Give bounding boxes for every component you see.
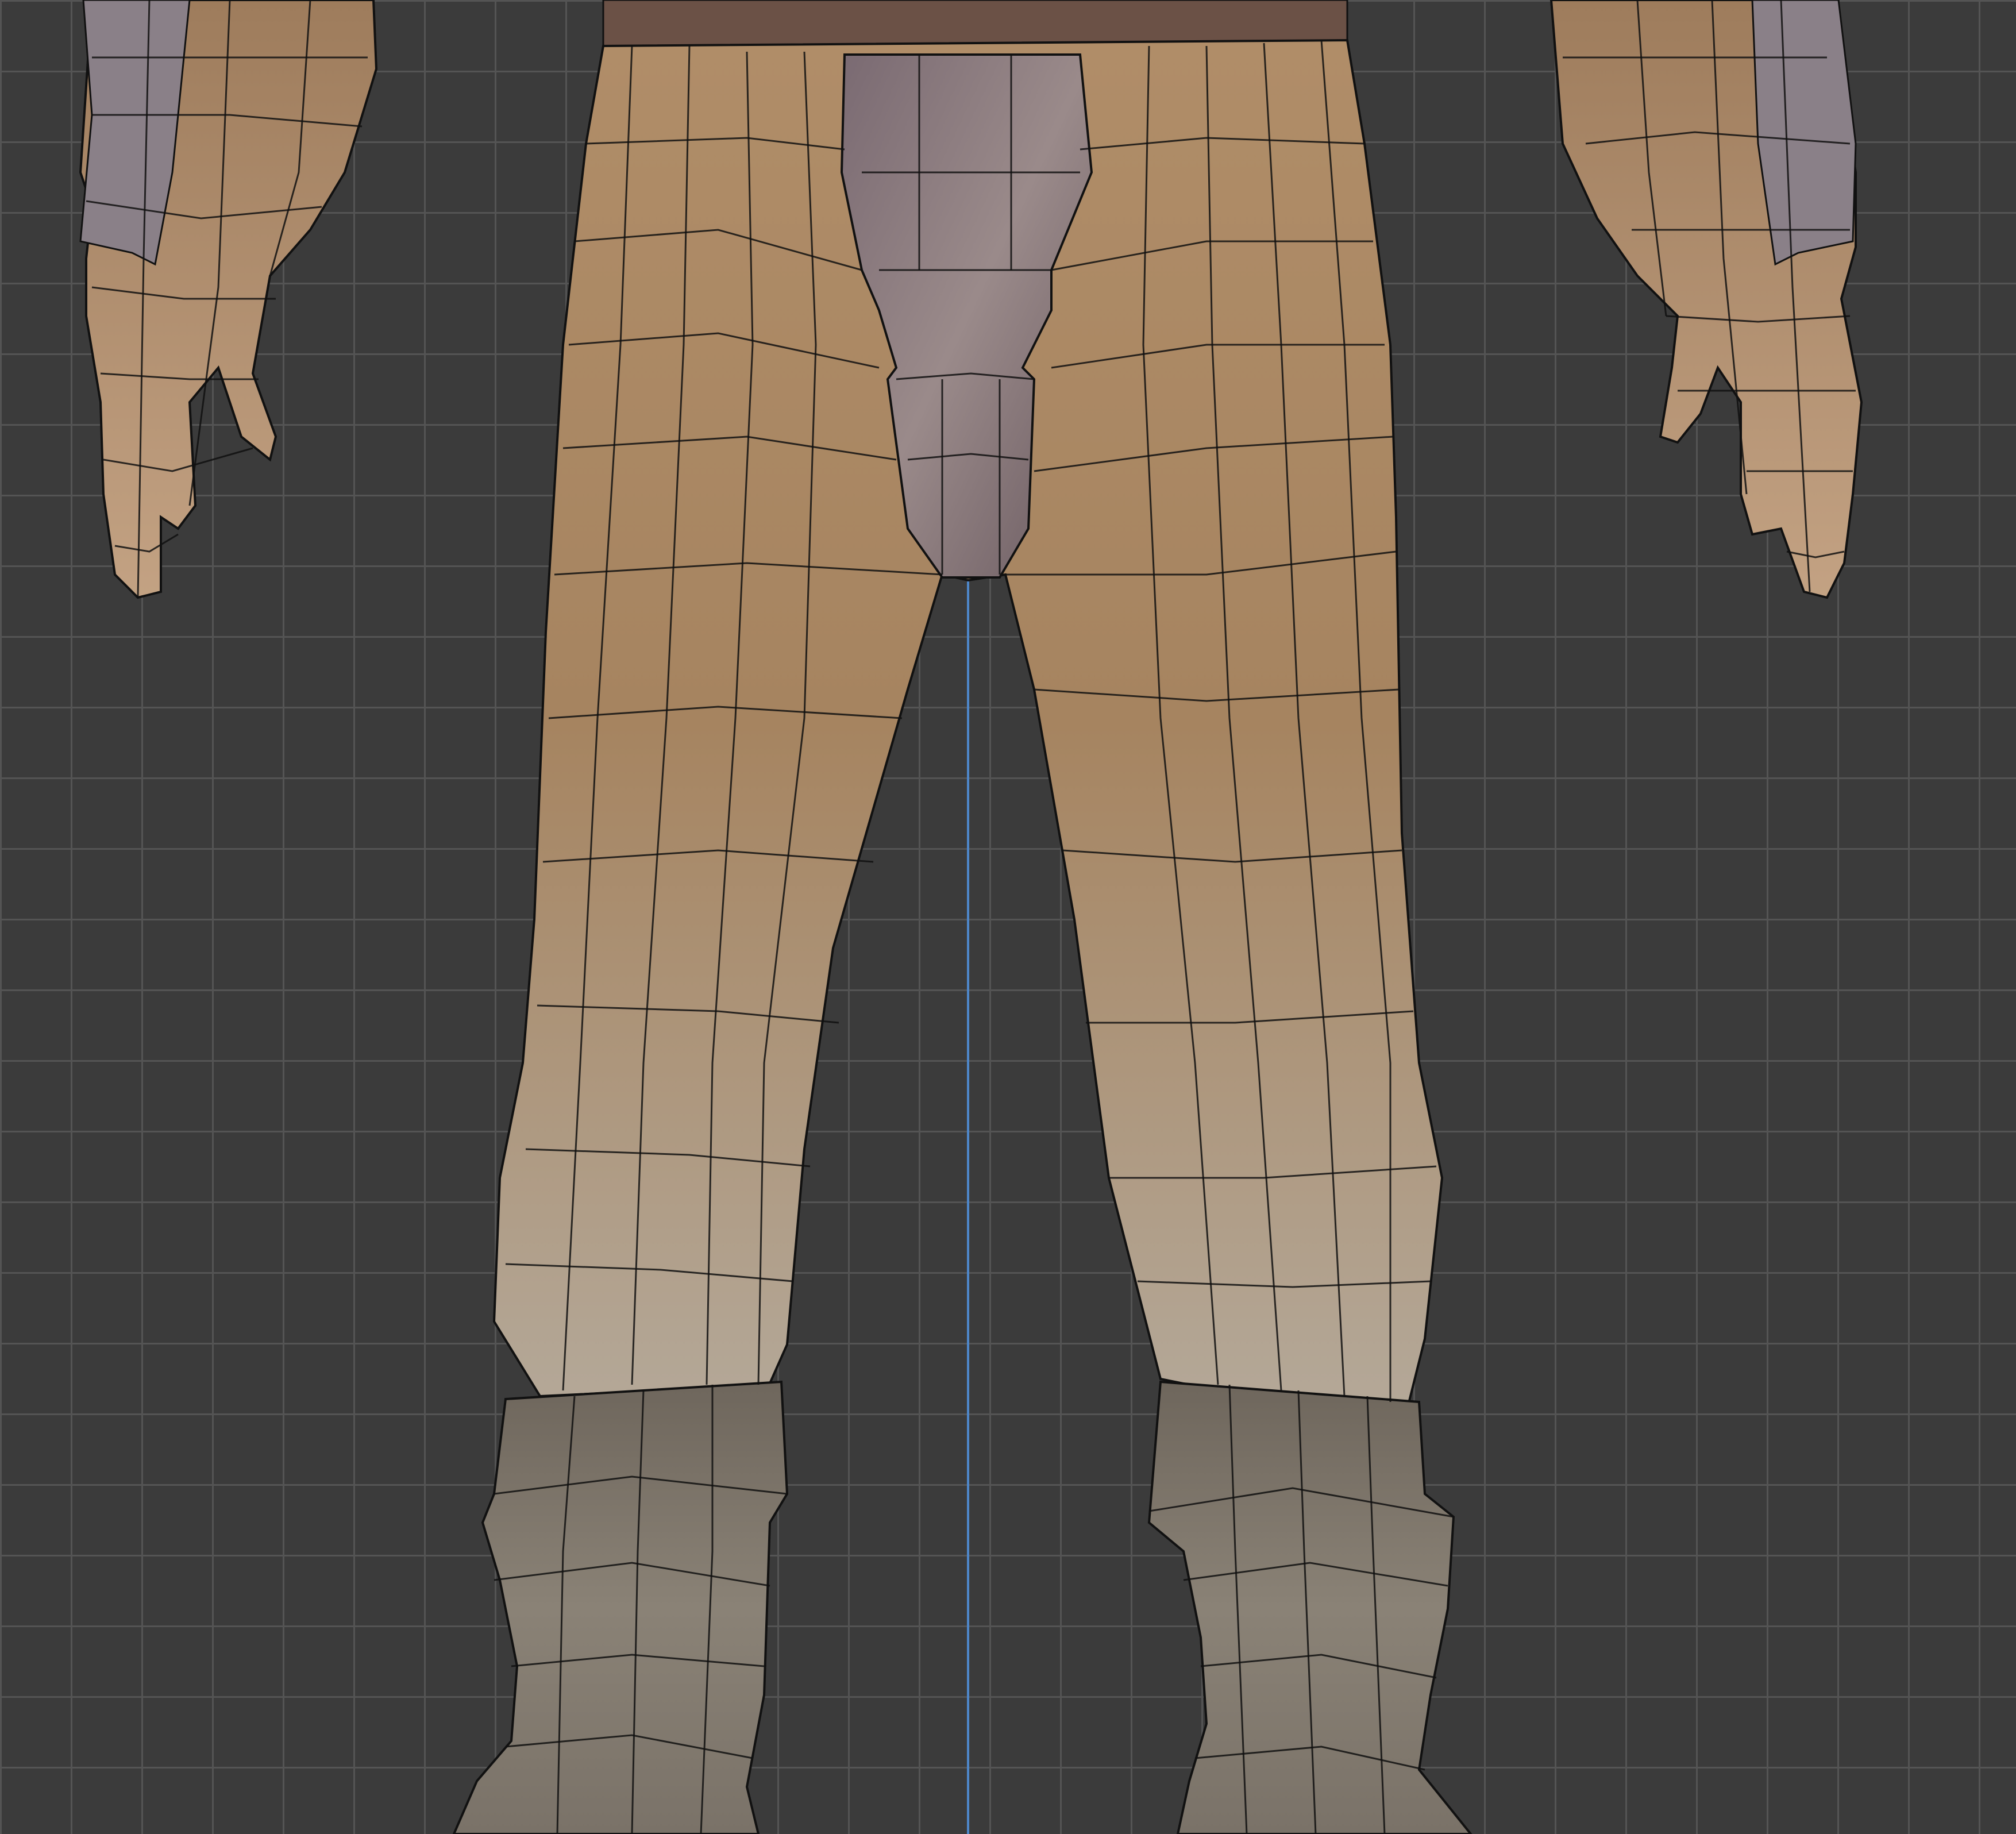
belt bbox=[602, 0, 1348, 47]
3d-viewport[interactable] bbox=[0, 0, 2016, 1834]
right-boot bbox=[1147, 1380, 1473, 1834]
left-boot bbox=[452, 1380, 789, 1834]
character-model-view bbox=[79, 0, 1863, 1834]
